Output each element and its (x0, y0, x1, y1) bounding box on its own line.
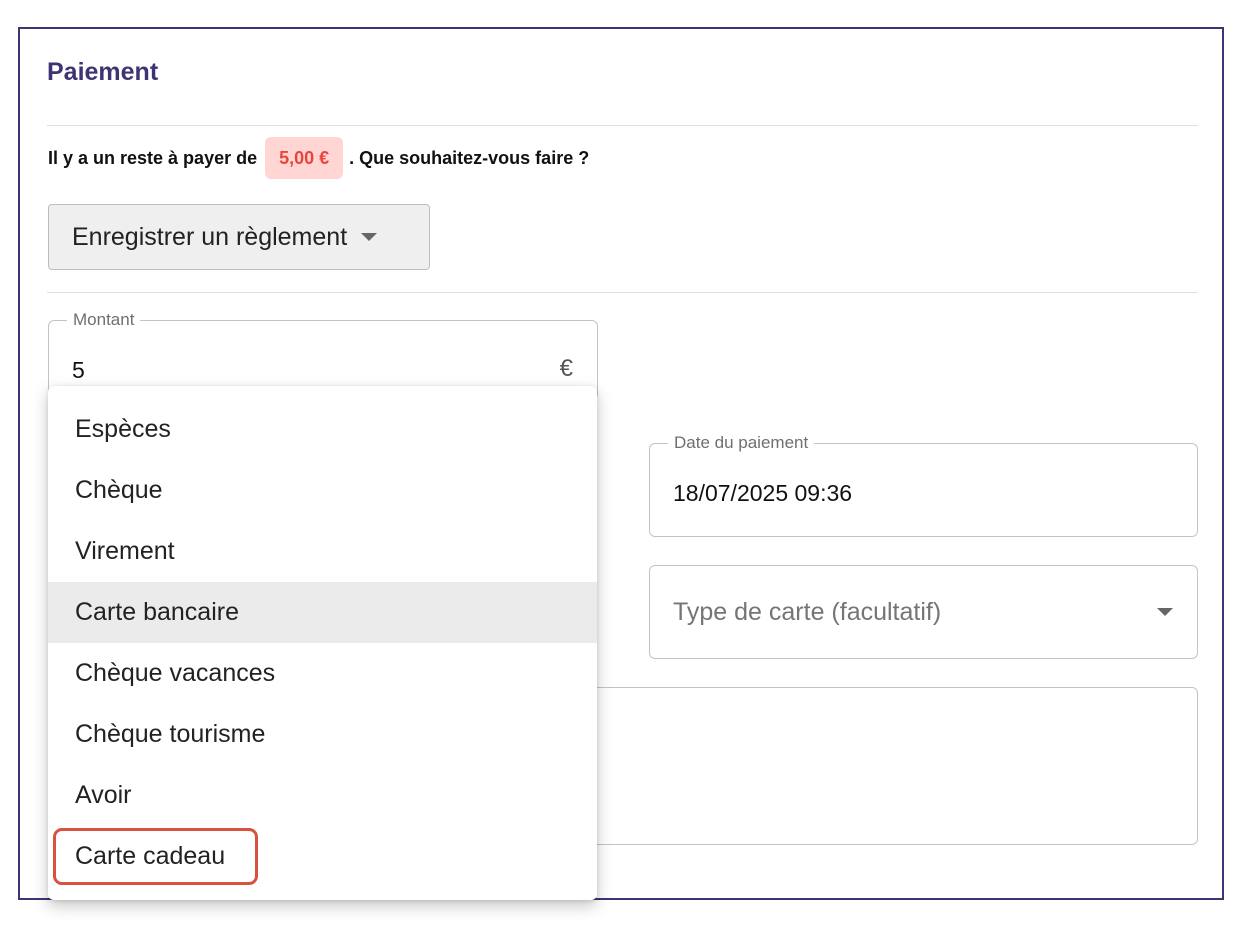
divider (47, 125, 1198, 126)
chevron-down-icon (361, 233, 378, 241)
payment-date-field[interactable]: Date du paiement 18/07/2025 09:36 (649, 433, 1198, 537)
menu-item-avoir[interactable]: Avoir (48, 765, 597, 826)
chevron-down-icon (1157, 608, 1173, 616)
divider (47, 292, 1198, 293)
menu-item-virement[interactable]: Virement (48, 521, 597, 582)
menu-item-carte-bancaire[interactable]: Carte bancaire (48, 582, 597, 643)
menu-item-label: Chèque (75, 476, 163, 504)
payment-method-menu: Espèces Chèque Virement Carte bancaire C… (48, 386, 597, 900)
menu-item-label: Carte bancaire (75, 598, 239, 626)
record-payment-button[interactable]: Enregistrer un règlement (48, 204, 430, 270)
menu-item-especes[interactable]: Espèces (48, 399, 597, 460)
card-type-placeholder: Type de carte (facultatif) (673, 598, 942, 626)
remaining-message: Il y a un reste à payer de 5,00 € . Que … (48, 137, 589, 179)
card-type-select[interactable]: Type de carte (facultatif) (649, 565, 1198, 659)
menu-item-label: Chèque tourisme (75, 720, 266, 748)
menu-item-cheque[interactable]: Chèque (48, 460, 597, 521)
payment-date-value: 18/07/2025 09:36 (673, 480, 853, 506)
menu-item-cheque-tourisme[interactable]: Chèque tourisme (48, 704, 597, 765)
euro-icon: € (559, 355, 573, 382)
section-title: Paiement (47, 58, 159, 86)
message-prefix: Il y a un reste à payer de (48, 147, 258, 168)
menu-item-label: Chèque vacances (75, 659, 276, 687)
menu-item-cheque-vacances[interactable]: Chèque vacances (48, 643, 597, 704)
menu-item-carte-cadeau[interactable]: Carte cadeau (48, 826, 597, 887)
menu-item-label: Carte cadeau (75, 842, 226, 870)
message-suffix: . Que souhaitez-vous faire ? (349, 147, 590, 168)
menu-item-label: Espèces (75, 415, 171, 443)
amount-label: Montant (67, 310, 141, 330)
menu-item-label: Avoir (75, 781, 132, 809)
remaining-amount-badge: 5,00 € (265, 137, 344, 179)
comment-textarea[interactable] (580, 687, 1198, 845)
menu-item-label: Virement (75, 537, 175, 565)
amount-value: 5 (72, 357, 85, 383)
payment-date-label: Date du paiement (668, 433, 815, 453)
record-payment-label: Enregistrer un règlement (72, 222, 348, 251)
